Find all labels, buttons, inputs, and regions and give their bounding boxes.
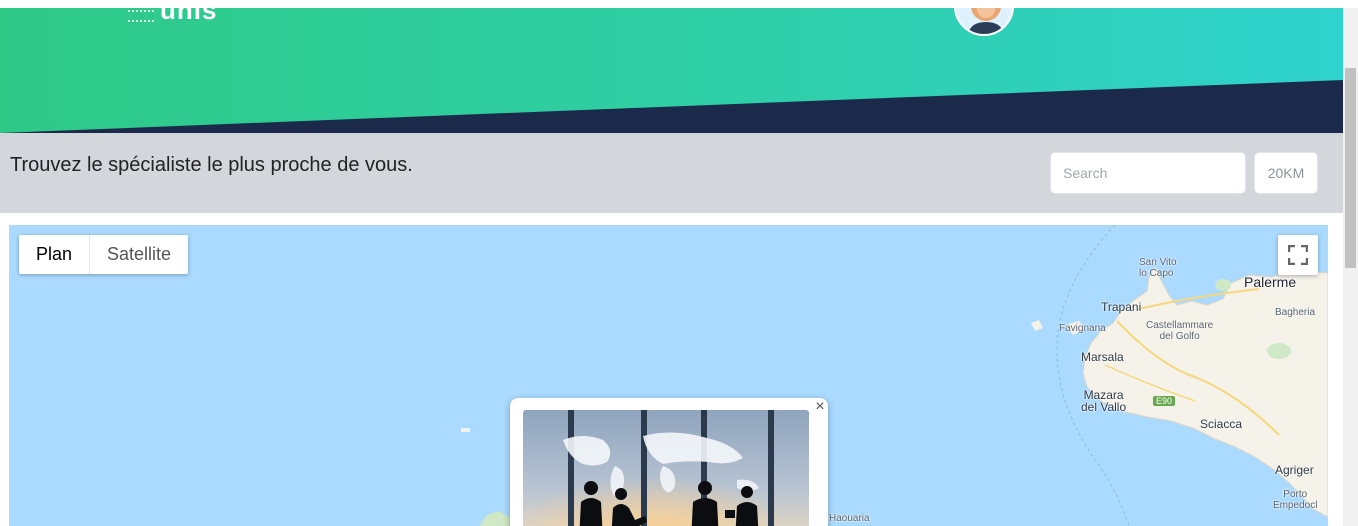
fullscreen-button[interactable] [1278,235,1318,275]
logo[interactable]: unis [128,8,218,25]
place-san-vito-lo-capo: San Vito lo Capo [1139,257,1177,279]
logo-mark-icon [128,10,154,22]
place-haouaria: Haouaria [829,513,870,524]
map-type-control: Plan Satellite [19,235,189,274]
place-trapani: Trapani [1101,300,1142,314]
map-type-satellite-button[interactable]: Satellite [89,235,188,274]
page: unis Trouvez le spécialiste le plus proc… [0,0,1358,526]
road-shield-e90: E90 [1153,396,1176,406]
radius-button[interactable]: 20KM [1254,152,1318,194]
header-banner: unis [0,8,1343,133]
search-input[interactable] [1050,152,1246,194]
place-porto-empedocle: Porto Empedocl [1273,489,1318,511]
search-tagline: Trouvez le spécialiste le plus proche de… [10,154,413,176]
search-section: Trouvez le spécialiste le plus proche de… [0,133,1343,213]
place-marsala: Marsala [1081,350,1124,364]
header-wedge [0,80,1343,133]
place-mazara-del-vallo: Mazara del Vallo [1081,388,1127,414]
map-info-window[interactable]: × [510,398,828,526]
business-people-world-map-image [523,410,809,526]
map-view[interactable]: Plan Satellite San Vito lo Capo Palerme … [9,225,1328,526]
place-bagheria: Bagheria [1275,307,1316,318]
map-type-plan-button[interactable]: Plan [19,235,89,274]
scrollbar-thumb[interactable] [1345,68,1356,268]
browser-top-strip [0,0,1358,8]
place-agrigento: Agriger [1275,463,1314,477]
place-palerme: Palerme [1244,274,1297,290]
place-sciacca: Sciacca [1200,417,1243,431]
logo-text: unis [160,8,218,25]
place-favignana: Favignana [1059,323,1106,334]
page-scrollbar[interactable] [1343,8,1358,526]
fullscreen-icon [1288,245,1308,265]
business-image-graphic [523,410,809,526]
place-castellammare-del-golfo: Castellammare del Golfo [1146,320,1214,342]
close-icon[interactable]: × [812,399,828,415]
